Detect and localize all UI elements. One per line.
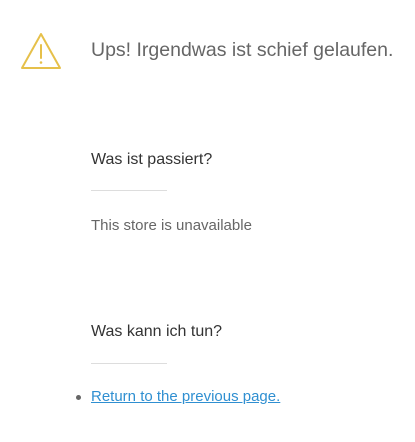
list-item: Return to the previous page. [76, 386, 280, 408]
bullet [76, 395, 81, 400]
return-previous-page-link[interactable]: Return to the previous page. [91, 388, 280, 405]
page-title: Ups! Irgendwas ist schief gelaufen. [91, 39, 394, 61]
divider [91, 363, 167, 364]
action-list: Return to the previous page. [76, 386, 280, 408]
warning-icon [21, 33, 61, 69]
what-happened-heading: Was ist passiert? [91, 151, 213, 168]
error-message: This store is unavailable [91, 217, 252, 234]
what-to-do-section: Was kann ich tun? [91, 322, 222, 342]
what-happened-section: Was ist passiert? [91, 150, 212, 170]
what-to-do-heading: Was kann ich tun? [91, 323, 223, 340]
error-header [20, 31, 62, 71]
divider [91, 190, 167, 191]
